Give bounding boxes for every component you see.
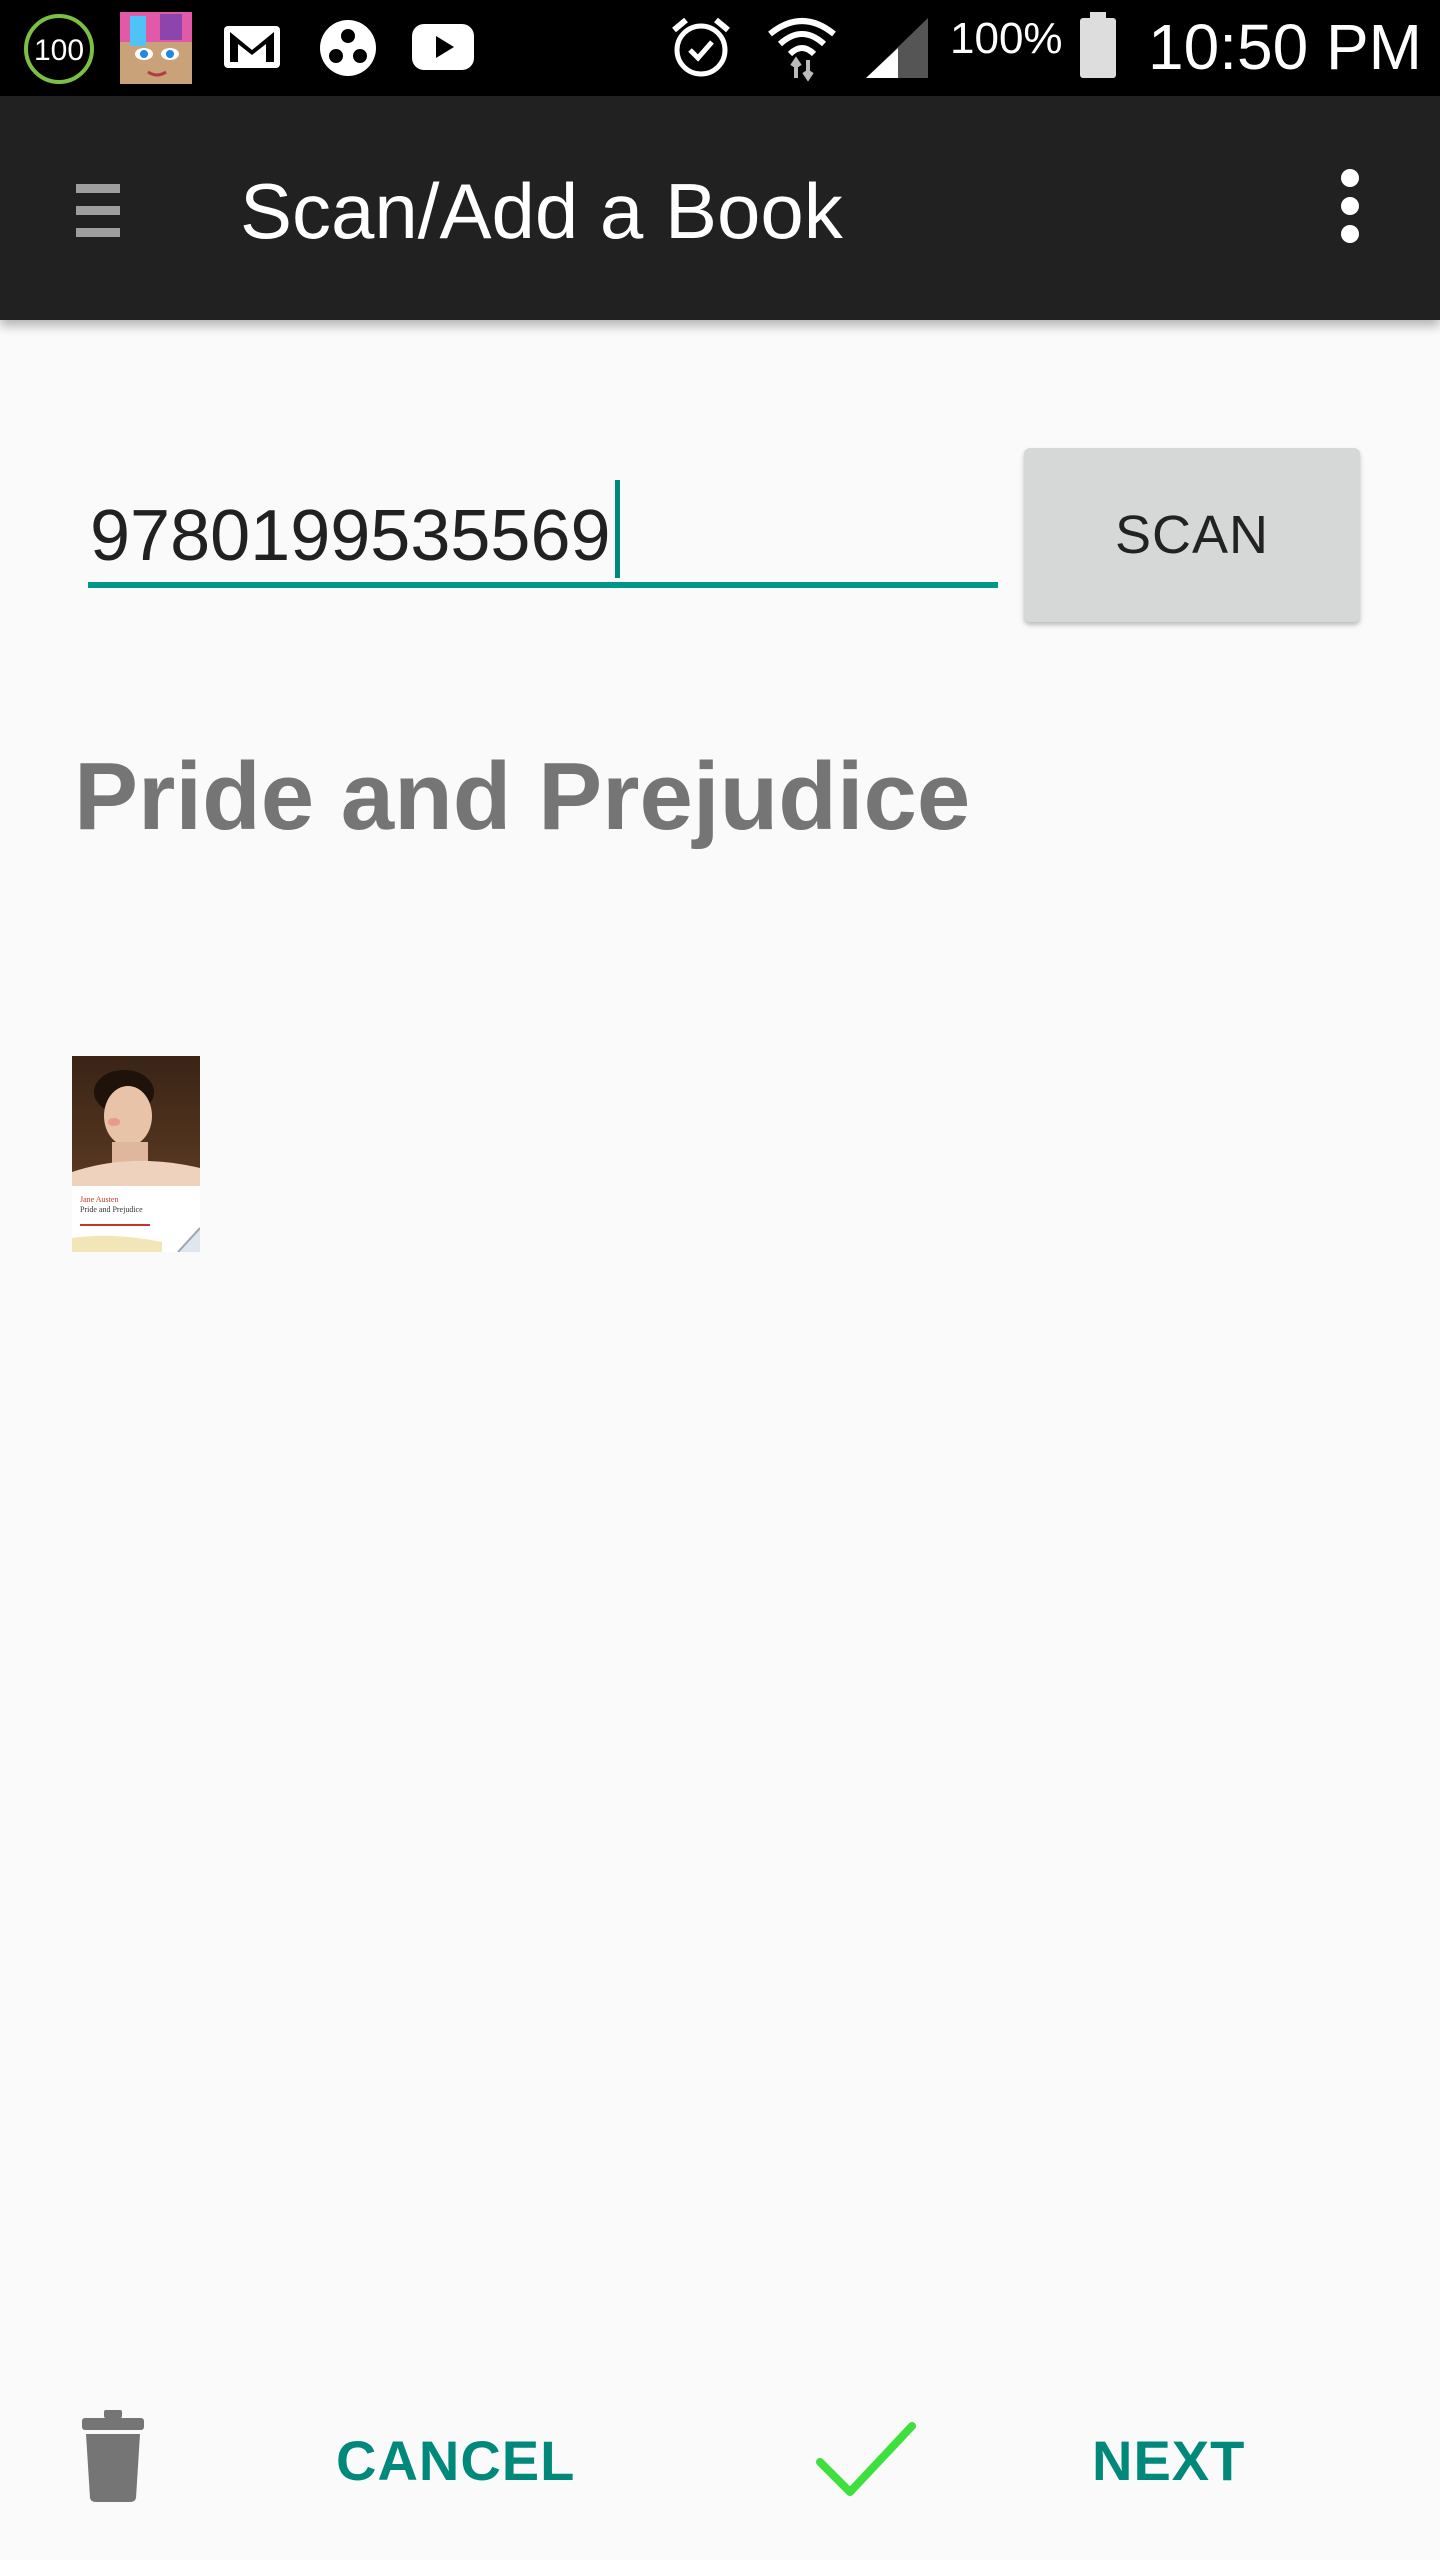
next-button[interactable]: NEXT	[1092, 2428, 1245, 2493]
status-bar: 100 100% 10:50 PM	[0, 0, 1440, 96]
youtube-icon	[410, 20, 476, 74]
gmail-icon	[222, 22, 282, 72]
app-dots-icon	[316, 16, 380, 80]
clock-time: 10:50 PM	[1148, 11, 1422, 83]
isbn-text: 9780199535569	[90, 496, 611, 576]
isbn-input[interactable]: 9780199535569	[88, 470, 998, 590]
badge-count-text: 100	[34, 34, 84, 67]
speed-meter-icon: 100	[22, 12, 96, 86]
scan-button[interactable]: SCAN	[1024, 448, 1360, 622]
isbn-input-underline	[88, 582, 998, 588]
cover-author-text: Jane Austen	[80, 1195, 118, 1204]
app-bar: Scan/Add a Book	[0, 96, 1440, 320]
cancel-button[interactable]: CANCEL	[336, 2428, 575, 2493]
more-vert-icon[interactable]	[1330, 168, 1370, 249]
app-avatar-icon	[120, 12, 192, 84]
battery-icon	[1078, 12, 1118, 80]
book-cover-image[interactable]: Jane Austen Pride and Prejudice	[72, 1056, 200, 1252]
signal-icon	[862, 14, 932, 80]
check-icon[interactable]	[816, 2422, 916, 2503]
screen: 100 100% 10:50 PM Scan/Add a Book 978019…	[0, 0, 1440, 2560]
hamburger-menu-icon[interactable]	[76, 180, 120, 245]
isbn-input-value[interactable]: 9780199535569	[90, 480, 620, 578]
alarm-icon	[668, 14, 734, 80]
wifi-icon	[766, 10, 838, 82]
text-caret	[614, 480, 620, 578]
trash-icon[interactable]	[80, 2410, 146, 2507]
battery-percent: 100%	[950, 14, 1063, 63]
book-title: Pride and Prejudice	[74, 743, 971, 850]
cover-title-text: Pride and Prejudice	[80, 1205, 143, 1214]
page-title: Scan/Add a Book	[240, 167, 843, 255]
